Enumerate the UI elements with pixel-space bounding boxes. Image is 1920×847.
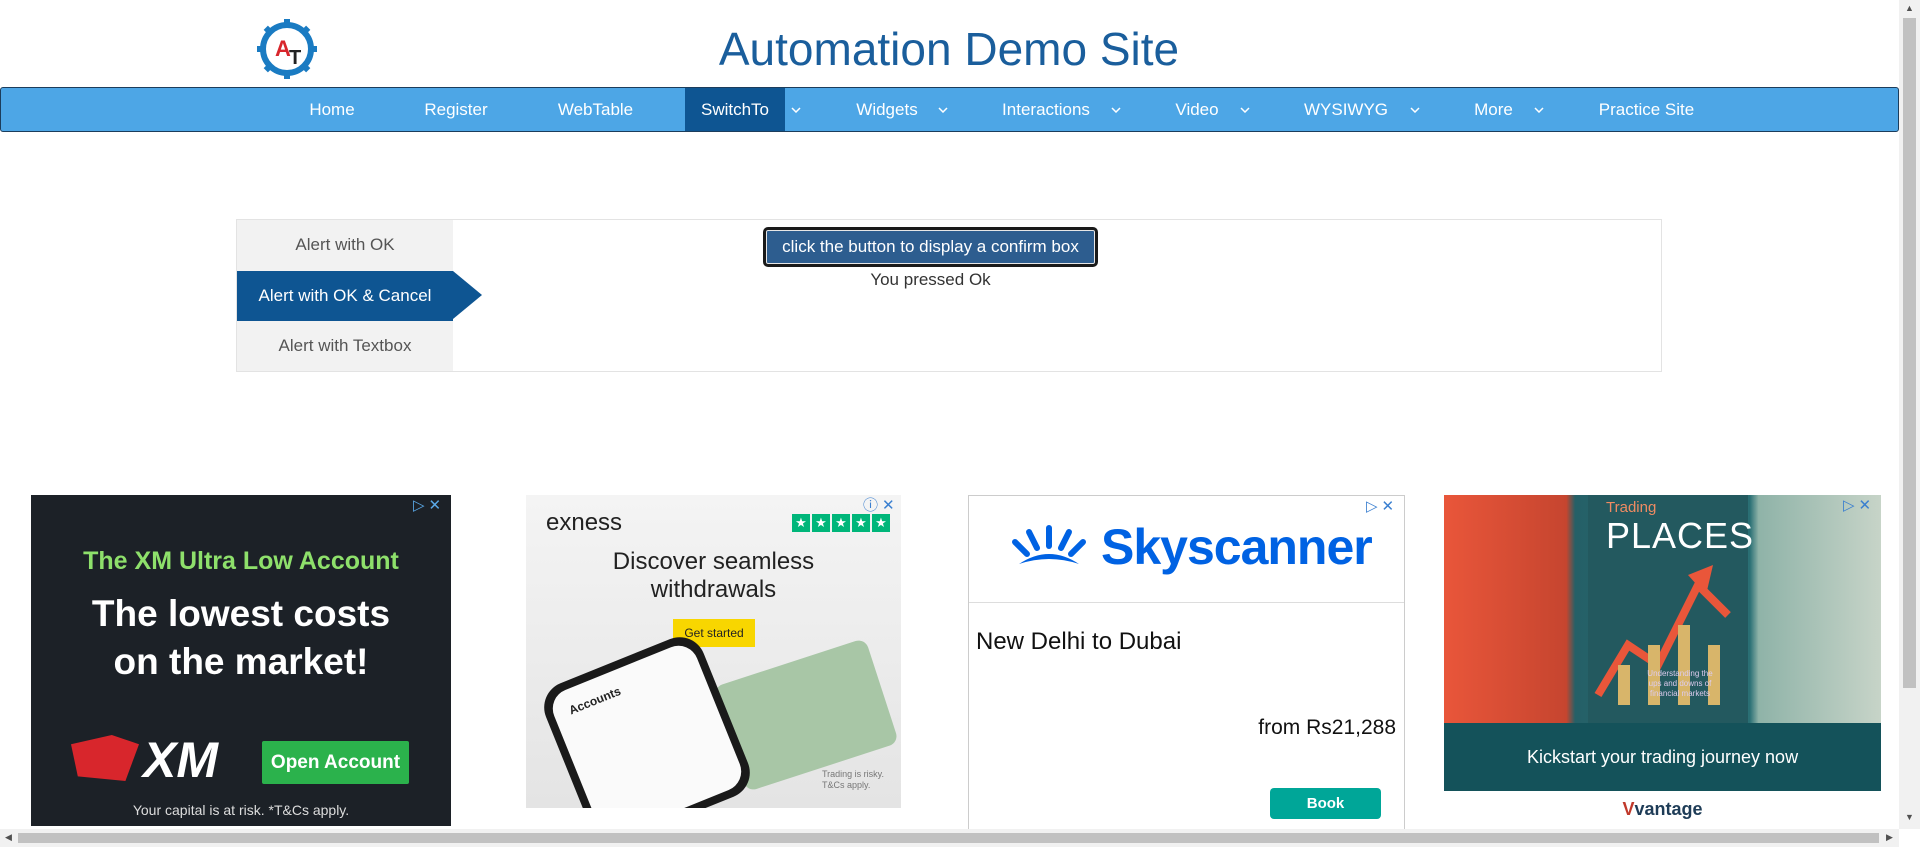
ad-line: The lowest costs bbox=[91, 593, 391, 634]
ad-choices[interactable]: ⓘ ✕ bbox=[863, 497, 899, 515]
xm-logo-icon bbox=[71, 735, 139, 781]
ad-body: The lowest costs on the market! bbox=[31, 590, 451, 686]
ad-disclaimer-line: Trading is risky. bbox=[822, 769, 885, 779]
alert-tab-list: Alert with OK Alert with OK & Cancel Ale… bbox=[237, 220, 453, 371]
nav-home[interactable]: Home bbox=[291, 88, 373, 131]
chevron-down-icon[interactable] bbox=[1235, 88, 1255, 131]
star-icon: ★ bbox=[832, 514, 850, 532]
flight-route: New Delhi to Dubai bbox=[976, 628, 1182, 655]
active-tab-arrow bbox=[453, 271, 482, 319]
phone-image: Accounts bbox=[536, 629, 758, 808]
scroll-thumb[interactable] bbox=[18, 833, 1879, 843]
ad-brand-label: vantage bbox=[1634, 799, 1703, 819]
ad-skyscanner[interactable]: ▷ ✕ Skyscanner New Delhi to Dubai from R… bbox=[968, 495, 1405, 830]
chevron-down-icon[interactable] bbox=[933, 88, 953, 131]
ad-line: withdrawals bbox=[650, 576, 777, 603]
ad-line: on the market! bbox=[113, 641, 369, 682]
star-icon: ★ bbox=[792, 514, 810, 532]
star-icon: ★ bbox=[872, 514, 890, 532]
ad-brand: Skyscanner bbox=[1101, 519, 1373, 575]
main-nav: Home Register WebTable SwitchTo Widgets … bbox=[0, 87, 1899, 132]
chevron-down-icon[interactable] bbox=[786, 88, 806, 131]
flight-price: from Rs21,288 bbox=[1258, 716, 1396, 739]
book-kicker: Trading bbox=[1606, 499, 1657, 516]
ad-logo-area: Skyscanner bbox=[969, 496, 1404, 603]
nav-switchto[interactable]: SwitchTo bbox=[685, 88, 785, 131]
ad-line: Discover seamless bbox=[612, 548, 815, 575]
close-icon[interactable]: ✕ bbox=[429, 498, 442, 514]
ad-disclaimer: Trading is risky. T&Cs apply. bbox=[822, 769, 884, 791]
confirm-result-text: You pressed Ok bbox=[870, 270, 991, 289]
chevron-down-icon[interactable] bbox=[1106, 88, 1126, 131]
screen-title: Accounts bbox=[566, 683, 623, 718]
vertical-scrollbar[interactable]: ▲ ▼ bbox=[1899, 0, 1920, 829]
book-title: PLACES bbox=[1606, 515, 1755, 556]
book-button[interactable]: Book bbox=[1270, 788, 1381, 819]
phone-screen: Accounts bbox=[546, 639, 748, 808]
star-icon: ★ bbox=[852, 514, 870, 532]
chevron-down-icon[interactable] bbox=[1529, 88, 1549, 131]
tab-alert-ok[interactable]: Alert with OK bbox=[237, 220, 453, 270]
close-icon[interactable]: ✕ bbox=[1859, 498, 1872, 514]
ad-cta-band[interactable]: Kickstart your trading journey now bbox=[1444, 723, 1881, 791]
ad-brand: exness bbox=[546, 509, 623, 536]
ad-choices[interactable]: ▷ ✕ bbox=[413, 497, 449, 515]
scroll-thumb[interactable] bbox=[1903, 18, 1916, 688]
nav-webtable[interactable]: WebTable bbox=[538, 88, 653, 131]
scroll-left-icon[interactable]: ◀ bbox=[5, 832, 12, 843]
nav-widgets[interactable]: Widgets bbox=[837, 88, 937, 131]
info-icon[interactable]: ⓘ bbox=[863, 498, 878, 514]
ad-choices[interactable]: ▷ ✕ bbox=[1843, 497, 1879, 515]
confirm-box-button[interactable]: click the button to display a confirm bo… bbox=[763, 227, 1098, 267]
skyscanner-sun-icon bbox=[1012, 525, 1086, 564]
ad-body: Discover seamless withdrawals bbox=[526, 548, 901, 604]
chevron-down-icon[interactable] bbox=[1405, 88, 1425, 131]
rating-stars: ★ ★ ★ ★ ★ bbox=[792, 514, 890, 532]
open-account-button[interactable]: Open Account bbox=[262, 741, 409, 784]
nav-wysiwyg[interactable]: WYSIWYG bbox=[1291, 88, 1401, 131]
ad-disclaimer-line: T&Cs apply. bbox=[822, 780, 871, 790]
nav-more[interactable]: More bbox=[1456, 88, 1531, 131]
tab-alert-ok-cancel[interactable]: Alert with OK & Cancel bbox=[237, 271, 453, 321]
scroll-down-icon[interactable]: ▼ bbox=[1905, 812, 1914, 822]
ad-disclaimer: Your capital is at risk. *T&Cs apply. bbox=[132, 802, 350, 818]
horizontal-scrollbar[interactable]: ◀ ▶ bbox=[0, 829, 1899, 847]
ad-brand: XM bbox=[143, 732, 218, 788]
close-icon[interactable]: ✕ bbox=[882, 498, 895, 514]
adchoices-icon[interactable]: ▷ bbox=[1843, 498, 1855, 514]
scroll-up-icon[interactable]: ▲ bbox=[1905, 3, 1914, 13]
nav-interactions[interactable]: Interactions bbox=[986, 88, 1106, 131]
page-title: Automation Demo Site bbox=[718, 23, 1180, 75]
ad-brand: Vvantage bbox=[1444, 799, 1881, 820]
ad-headline: The XM Ultra Low Account bbox=[83, 547, 399, 575]
adchoices-icon[interactable]: ▷ bbox=[413, 498, 425, 514]
star-icon: ★ bbox=[812, 514, 830, 532]
nav-register[interactable]: Register bbox=[405, 88, 507, 131]
book-subtitle: Understanding the ups and downs of finan… bbox=[1647, 669, 1713, 698]
scroll-right-icon[interactable]: ▶ bbox=[1886, 832, 1893, 843]
nav-video[interactable]: Video bbox=[1157, 88, 1237, 131]
nav-practice-site[interactable]: Practice Site bbox=[1584, 88, 1709, 131]
vantage-logo-icon: V bbox=[1622, 799, 1635, 819]
ad-vantage[interactable]: Trading PLACES Understanding the ups and… bbox=[1444, 495, 1881, 835]
tab-alert-textbox[interactable]: Alert with Textbox bbox=[237, 321, 453, 371]
ad-xm[interactable]: ▷ ✕ The XM Ultra Low Account The lowest … bbox=[31, 495, 451, 826]
ad-exness[interactable]: ⓘ ✕ exness ★ ★ ★ ★ ★ Discover seamless w… bbox=[526, 495, 901, 808]
